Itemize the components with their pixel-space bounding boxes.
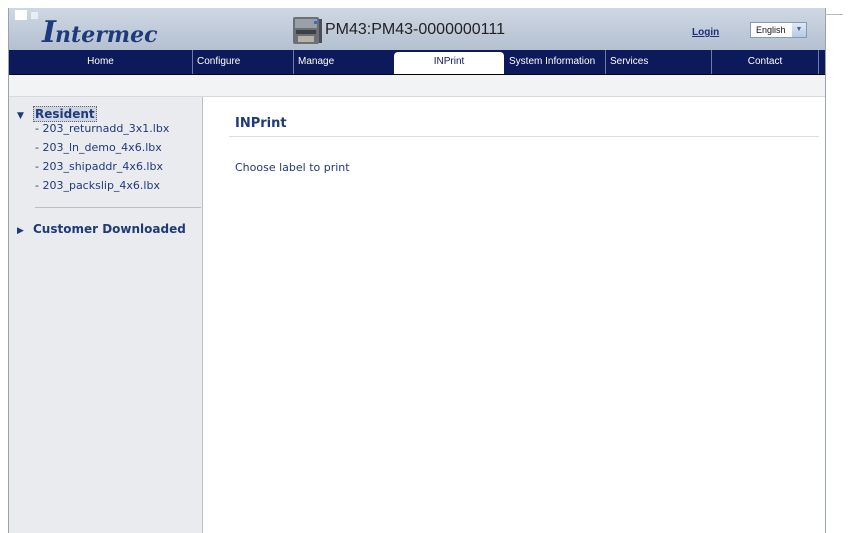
- sub-toolbar: [9, 75, 825, 97]
- tree-file[interactable]: - 203_packslip_4x6.lbx: [35, 179, 160, 192]
- page-title: INPrint: [235, 116, 287, 131]
- login-link[interactable]: Login: [692, 27, 719, 38]
- title-divider: [229, 136, 819, 137]
- logo-text: ntermec: [55, 22, 158, 48]
- nav-divider: [818, 50, 819, 74]
- language-value: English: [756, 25, 786, 35]
- nav-home[interactable]: Home: [9, 50, 192, 74]
- nav-services[interactable]: Services: [606, 50, 711, 74]
- tree-customer-label: Customer Downloaded: [33, 222, 186, 236]
- printer-title: PM43:PM43-0000000111: [325, 21, 505, 38]
- triangle-down-icon[interactable]: ▼: [17, 111, 25, 121]
- logo-decoration-small: [31, 12, 38, 19]
- instruction-text: Choose label to print: [235, 161, 350, 174]
- logo-decoration: [15, 10, 27, 20]
- tree-divider: [35, 207, 201, 208]
- nav-configure[interactable]: Configure: [193, 50, 293, 74]
- nav-contact[interactable]: Contact: [712, 50, 818, 74]
- chevron-down-icon[interactable]: ▼: [792, 23, 806, 37]
- nav-inprint[interactable]: INPrint: [394, 52, 504, 74]
- triangle-right-icon[interactable]: ▶: [17, 226, 25, 236]
- tree-file[interactable]: - 203_shipaddr_4x6.lbx: [35, 160, 163, 173]
- tree-file[interactable]: - 203_ln_demo_4x6.lbx: [35, 141, 162, 154]
- tree-resident-label: Resident: [33, 106, 97, 122]
- printer-icon: [293, 17, 322, 44]
- tree-customer-downloaded[interactable]: ▶ Customer Downloaded: [17, 222, 186, 236]
- intermec-logo: I ntermec: [42, 15, 158, 50]
- nav-manage[interactable]: Manage: [294, 50, 394, 74]
- nav-system-information[interactable]: System Information: [505, 50, 605, 74]
- language-select[interactable]: English ▼: [750, 22, 807, 38]
- browser-frame: I ntermec PM43:PM43-0000000111 Login Eng…: [8, 8, 826, 533]
- page-header: I ntermec PM43:PM43-0000000111 Login Eng…: [9, 8, 825, 50]
- main-nav: Home Configure Manage INPrint System Inf…: [9, 50, 825, 75]
- logo-initial: I: [42, 15, 57, 50]
- label-tree-sidebar: ▼ Resident - 203_returnadd_3x1.lbx - 203_…: [9, 97, 203, 533]
- window-edge: [825, 14, 843, 15]
- tree-resident[interactable]: ▼ Resident: [17, 106, 97, 122]
- tree-file[interactable]: - 203_returnadd_3x1.lbx: [35, 122, 169, 135]
